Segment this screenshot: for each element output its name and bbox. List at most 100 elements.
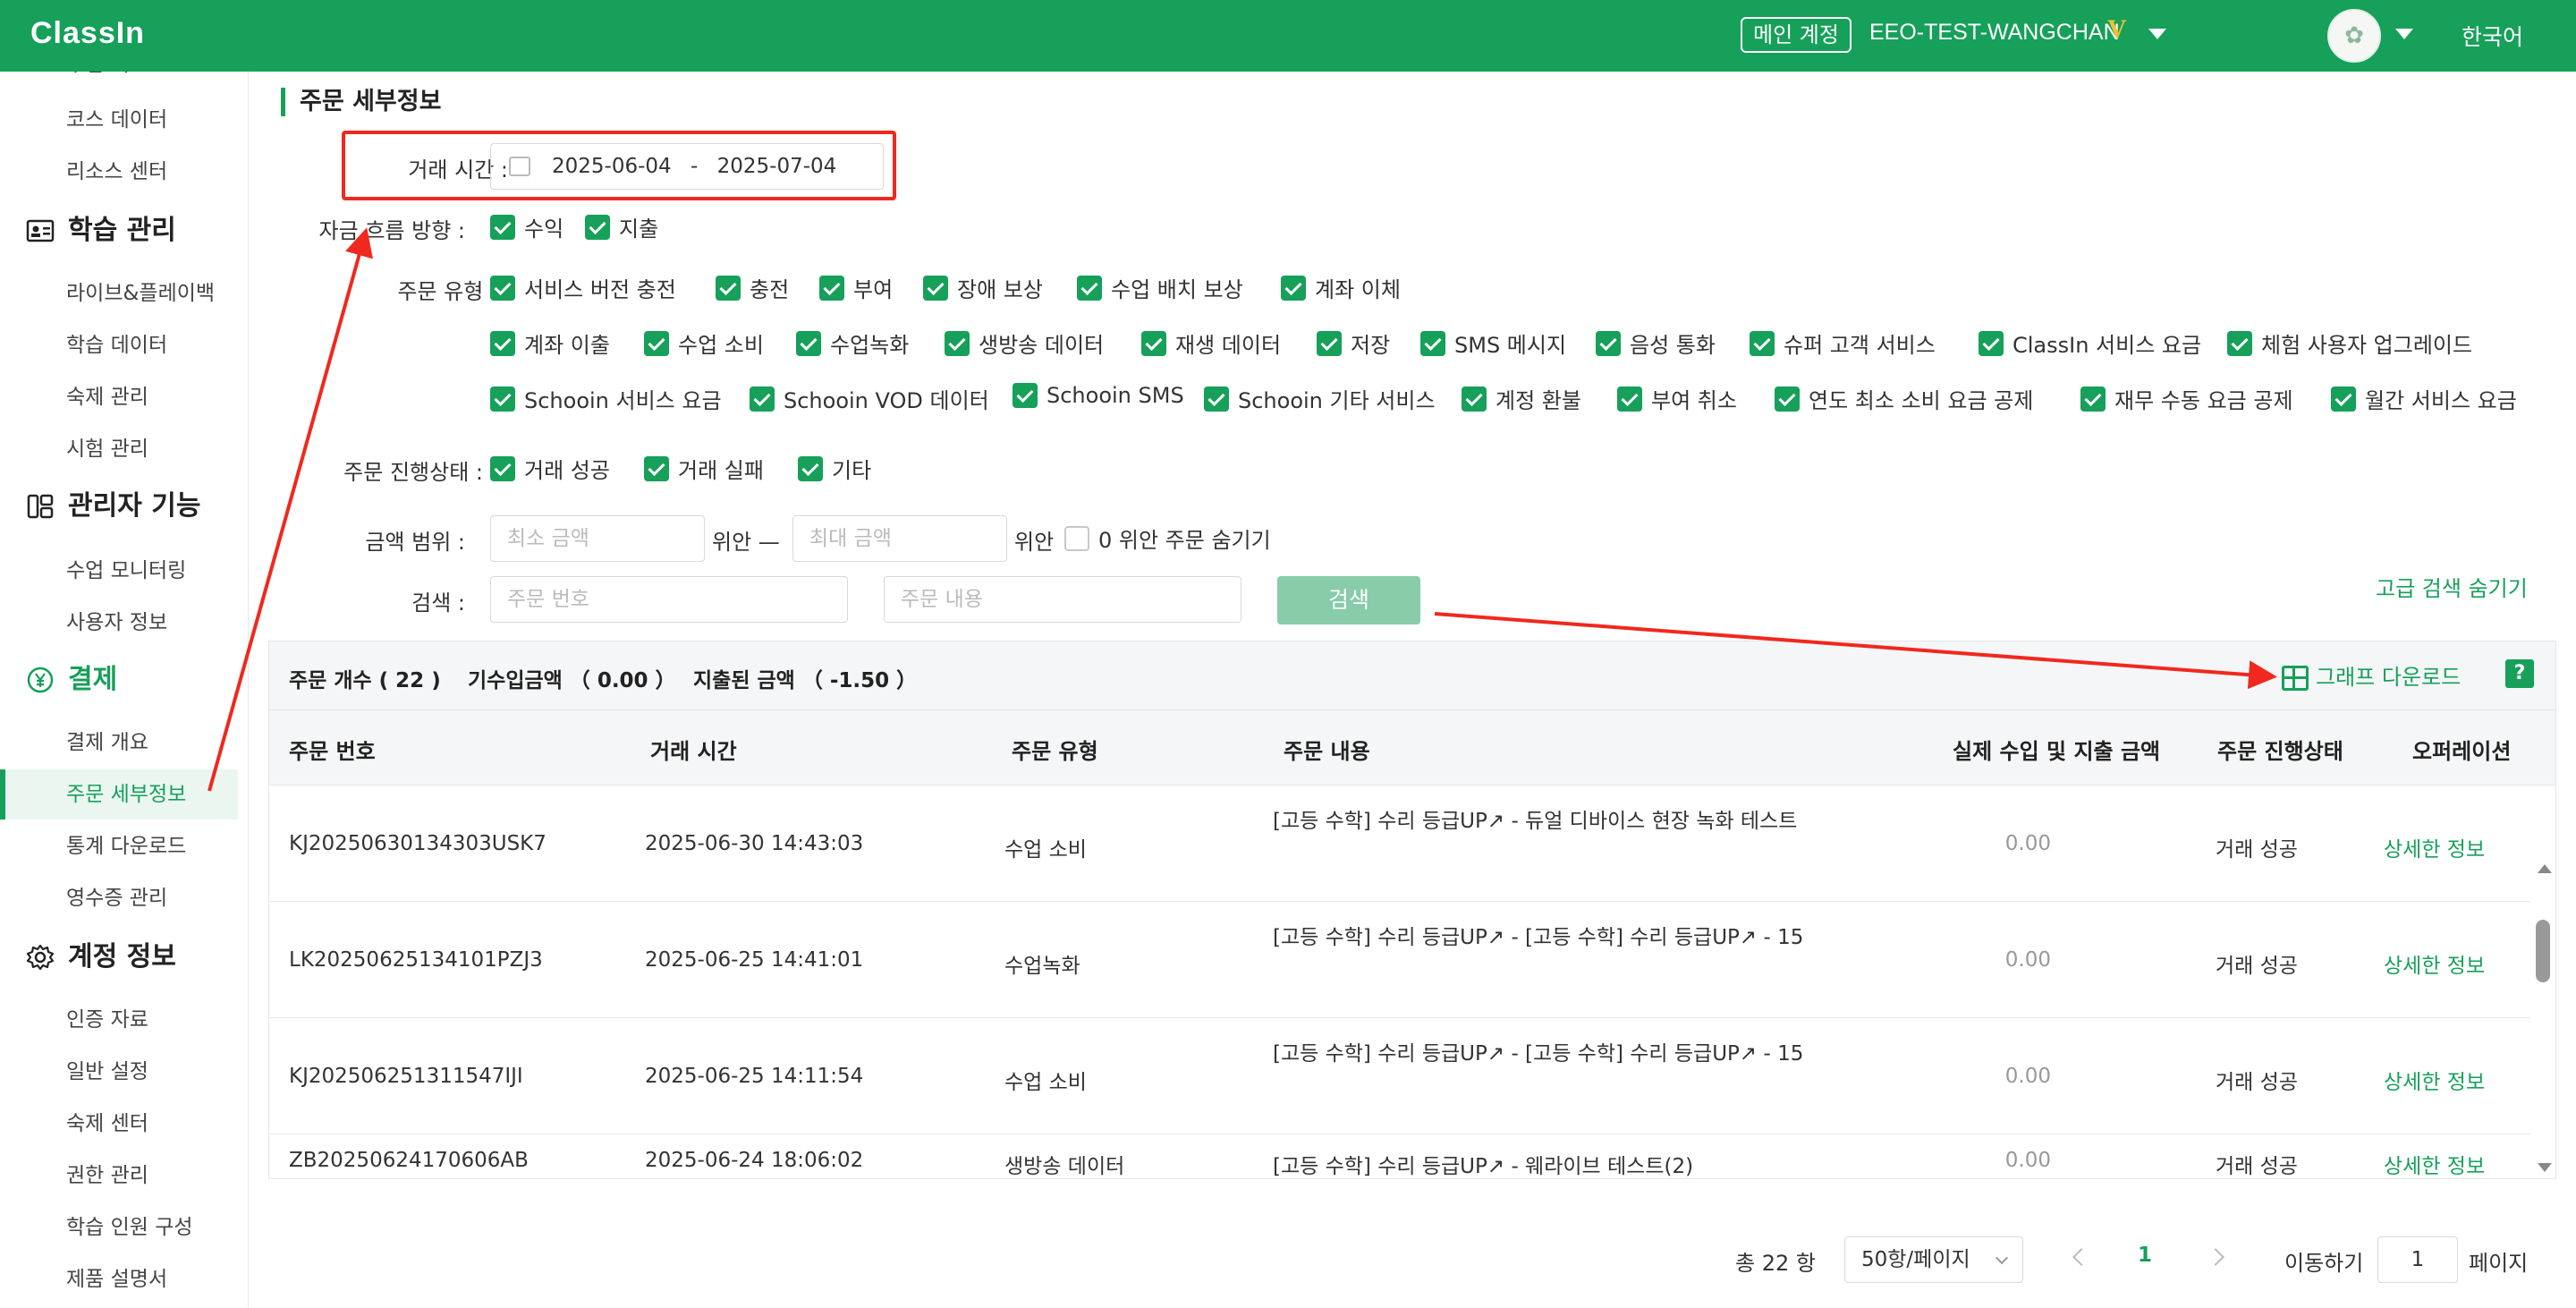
help-icon[interactable]: ?	[2505, 659, 2534, 688]
amount-unit: 위안	[1014, 530, 1055, 555]
checkbox-checked-icon	[796, 330, 821, 356]
checkbox-income[interactable]: 수익	[490, 211, 564, 242]
sidebar-item-class-monitoring[interactable]: 수업 모니터링	[0, 546, 238, 596]
checkbox-label: SMS 메시지	[1454, 333, 1567, 358]
sidebar-item-stats-download[interactable]: 통계 다운로드	[0, 821, 238, 871]
checkbox-status-failed[interactable]: 거래 실패	[644, 453, 764, 484]
order-content-input[interactable]: 주문 내용	[884, 576, 1241, 623]
sidebar-item-payment-overview[interactable]: 결제 개요	[0, 718, 238, 768]
classin-logo[interactable]: ClassIn	[30, 16, 145, 51]
avatar[interactable]: ✿	[2327, 9, 2381, 63]
page-size-select[interactable]: 50항/페이지	[1844, 1236, 2023, 1283]
goto-page-input[interactable]: 1	[2377, 1236, 2458, 1283]
account-name[interactable]: EEO-TEST-WANGCHAN	[1869, 20, 2120, 46]
sidebar-section-admin[interactable]: 관리자 기능	[25, 481, 200, 531]
sidebar-item-live-playback[interactable]: 라이브&플레이백	[0, 268, 238, 319]
checkbox-label: 재생 데이터	[1175, 333, 1282, 358]
scroll-down-icon[interactable]	[2538, 1163, 2552, 1172]
sidebar-section-label: 계정 정보	[68, 941, 176, 973]
sidebar-item-exam[interactable]: 시험 관리	[0, 424, 238, 474]
checkbox-order-type[interactable]: 월간 서비스 요금	[2331, 383, 2517, 414]
sidebar-item-resource-center[interactable]: 리소스 센터	[0, 147, 238, 197]
sidebar-item-order-details[interactable]: 주문 세부정보	[0, 769, 238, 820]
checkbox-order-type[interactable]: 수업녹화	[796, 327, 909, 359]
scroll-thumb[interactable]	[2536, 920, 2550, 982]
checkbox-order-type[interactable]: ClassIn 서비스 요금	[1979, 327, 2201, 359]
checkbox-label: 서비스 버전 충전	[524, 277, 676, 302]
order-number-input[interactable]: 주문 번호	[490, 576, 848, 623]
checkbox-label: 슈퍼 고객 서비스	[1784, 333, 1936, 358]
checkbox-order-type[interactable]: Schooin 기타 서비스	[1204, 383, 1436, 414]
checkbox-order-type[interactable]: 연도 최소 소비 요금 공제	[1775, 383, 2033, 414]
order-content: [고등 수학] 수리 등급UP↗ - 웨라이브 테스트(2)	[1273, 1155, 1694, 1178]
checkbox-order-type[interactable]: SMS 메시지	[1420, 327, 1566, 359]
max-amount-input[interactable]: 최대 금액	[792, 515, 1007, 562]
current-page[interactable]: 1	[2138, 1244, 2152, 1267]
column-header: 주문 진행상태	[2217, 739, 2343, 764]
checkbox-order-type[interactable]: 계좌 이체	[1281, 272, 1401, 303]
checkbox-order-type[interactable]: 체험 사용자 업그레이드	[2227, 327, 2472, 359]
avatar-dropdown-icon[interactable]	[2395, 29, 2413, 39]
checkbox-order-type[interactable]: Schooin SMS	[1013, 383, 1184, 408]
checkbox-order-type[interactable]: 부여 취소	[1617, 383, 1737, 414]
checkbox-status-other[interactable]: 기타	[798, 453, 871, 484]
orders-table-body[interactable]: KJ20250630134303USK7 2025-06-30 14:43:03…	[268, 786, 2556, 1179]
prev-page-icon[interactable]	[2072, 1248, 2090, 1266]
checkbox-order-type[interactable]: 충전	[716, 272, 789, 303]
sidebar-item-homework[interactable]: 숙제 관리	[0, 372, 238, 422]
sidebar-item-course-data[interactable]: 코스 데이터	[0, 95, 238, 145]
checkbox-label: Schooin VOD 데이터	[784, 388, 989, 413]
sidebar-item-learner-setup[interactable]: 학습 인원 구성	[0, 1202, 238, 1253]
checkbox-order-type[interactable]: Schooin 서비스 요금	[490, 383, 722, 414]
sidebar-item-homework-center[interactable]: 숙제 센터	[0, 1099, 238, 1149]
checkbox-order-type[interactable]: 저장	[1317, 327, 1390, 359]
sidebar-section-learning[interactable]: 학습 관리	[25, 206, 176, 256]
sidebar-item-product-manual[interactable]: 제품 설명서	[0, 1254, 238, 1304]
language-selector[interactable]: 한국어	[2462, 20, 2523, 52]
checkbox-order-type[interactable]: 계좌 이출	[490, 327, 610, 359]
detail-link[interactable]: 상세한 정보	[2384, 1065, 2485, 1095]
checkbox-order-type[interactable]: 슈퍼 고객 서비스	[1750, 327, 1936, 359]
checkbox-order-type[interactable]: Schooin VOD 데이터	[750, 383, 989, 414]
detail-link[interactable]: 상세한 정보	[2384, 948, 2485, 979]
sidebar-section-label: 관리자 기능	[68, 490, 201, 522]
checkbox-order-type[interactable]: 서비스 버전 충전	[490, 272, 676, 303]
account-dropdown-icon[interactable]	[2148, 29, 2166, 39]
checkbox-order-type[interactable]: 수업 소비	[644, 327, 764, 359]
checkbox-order-type[interactable]: 수업 배치 보상	[1077, 272, 1243, 303]
checkbox-status-success[interactable]: 거래 성공	[490, 453, 610, 484]
search-button[interactable]: 검색	[1277, 576, 1420, 624]
spreadsheet-download-icon	[2282, 666, 2309, 691]
sidebar-item-permissions[interactable]: 권한 관리	[0, 1151, 238, 1201]
graph-download-button[interactable]: 그래프 다운로드	[2282, 659, 2461, 691]
sidebar-item-certification[interactable]: 인증 자료	[0, 995, 238, 1045]
checkbox-label: 거래 성공	[524, 458, 610, 483]
sidebar-item-learning-data[interactable]: 학습 데이터	[0, 320, 238, 370]
checkbox-order-type[interactable]: 부여	[819, 272, 893, 303]
hide-advanced-search-link[interactable]: 고급 검색 숨기기	[2376, 571, 2528, 602]
checkbox-order-type[interactable]: 장애 보상	[923, 272, 1043, 303]
checkbox-checked-icon	[1204, 386, 1229, 412]
table-scrollbar[interactable]	[2530, 786, 2555, 1178]
min-amount-input[interactable]: 최소 금액	[490, 515, 705, 562]
scroll-up-icon[interactable]	[2538, 864, 2552, 873]
vip-badge-icon: V	[2107, 14, 2127, 44]
checkbox-expense[interactable]: 지출	[585, 211, 658, 242]
checkbox-order-type[interactable]: 생방송 데이터	[945, 327, 1104, 359]
sidebar-item-user-info[interactable]: 사용자 정보	[0, 598, 238, 648]
sidebar-item-class-list[interactable]: 수업 리스트	[0, 72, 238, 89]
checkbox-order-type[interactable]: 음성 통화	[1596, 327, 1716, 359]
sidebar-item-receipts[interactable]: 영수증 관리	[0, 873, 238, 923]
sidebar-section-payment[interactable]: 결제	[25, 655, 117, 705]
detail-link[interactable]: 상세한 정보	[2384, 832, 2485, 862]
sidebar-item-general-settings[interactable]: 일반 설정	[0, 1047, 238, 1097]
checkbox-order-type[interactable]: 계정 환불	[1462, 383, 1581, 414]
order-type: 수업 소비	[1004, 838, 1087, 862]
detail-link[interactable]: 상세한 정보	[2384, 1149, 2485, 1178]
checkbox-order-type[interactable]: 재생 데이터	[1141, 327, 1281, 359]
checkbox-checked-icon	[819, 275, 844, 301]
checkbox-order-type[interactable]: 재무 수동 요금 공제	[2080, 383, 2293, 414]
checkbox-hide-zero[interactable]: 0 위안 주문 숨기기	[1064, 522, 1271, 554]
sidebar-section-account[interactable]: 계정 정보	[25, 932, 176, 982]
next-page-icon[interactable]	[2207, 1248, 2224, 1266]
